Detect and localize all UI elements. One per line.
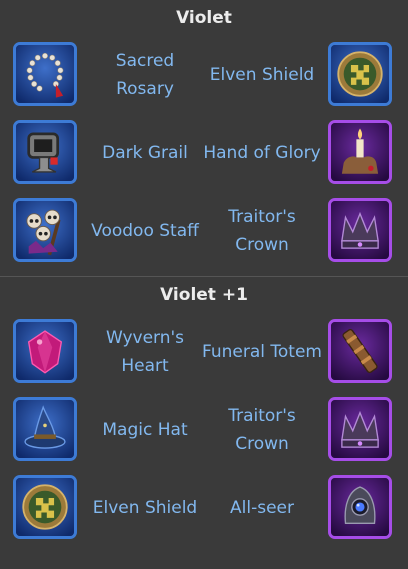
grail-icon[interactable] (13, 120, 77, 184)
section-violet: Violet Sacred Rosary Elven Shield Dark G… (0, 0, 408, 270)
elven-shield-icon[interactable] (13, 475, 77, 539)
totem-icon[interactable] (328, 319, 392, 383)
item-row: Elven Shield All-seer (0, 469, 408, 547)
hand-candle-icon[interactable] (328, 120, 392, 184)
item-row: Voodoo Staff Traitor's Crown (0, 192, 408, 270)
item-name: Magic Hat (102, 420, 188, 440)
item-name: Elven Shield (209, 65, 315, 85)
item-name: All-seer (230, 498, 294, 518)
section-violet-plus-1: Violet +1 Wyvern's Heart Funeral Totem M… (0, 277, 408, 547)
item-row: Dark Grail Hand of Glory (0, 114, 408, 192)
crown-icon[interactable] (328, 198, 392, 262)
eye-helm-icon[interactable] (328, 475, 392, 539)
elven-shield-icon[interactable] (328, 42, 392, 106)
item-name: Traitor's Crown (228, 207, 296, 255)
item-name: Dark Grail (102, 143, 188, 163)
item-name: Elven Shield (92, 498, 198, 518)
item-row: Magic Hat Traitor's Crown (0, 391, 408, 469)
skull-staff-icon[interactable] (13, 198, 77, 262)
crown-icon[interactable] (328, 397, 392, 461)
item-name: Sacred Rosary (115, 51, 175, 99)
item-name: Voodoo Staff (91, 221, 199, 241)
gem-heart-icon[interactable] (13, 319, 77, 383)
item-name: Hand of Glory (203, 143, 321, 163)
item-row: Wyvern's Heart Funeral Totem (0, 313, 408, 391)
item-name: Funeral Totem (202, 342, 322, 362)
item-name: Wyvern's Heart (105, 328, 185, 376)
wizard-hat-icon[interactable] (13, 397, 77, 461)
section-title: Violet +1 (160, 285, 248, 305)
item-name: Traitor's Crown (228, 406, 296, 454)
item-row: Sacred Rosary Elven Shield (0, 36, 408, 114)
rosary-icon[interactable] (13, 42, 77, 106)
section-title: Violet (176, 8, 232, 28)
